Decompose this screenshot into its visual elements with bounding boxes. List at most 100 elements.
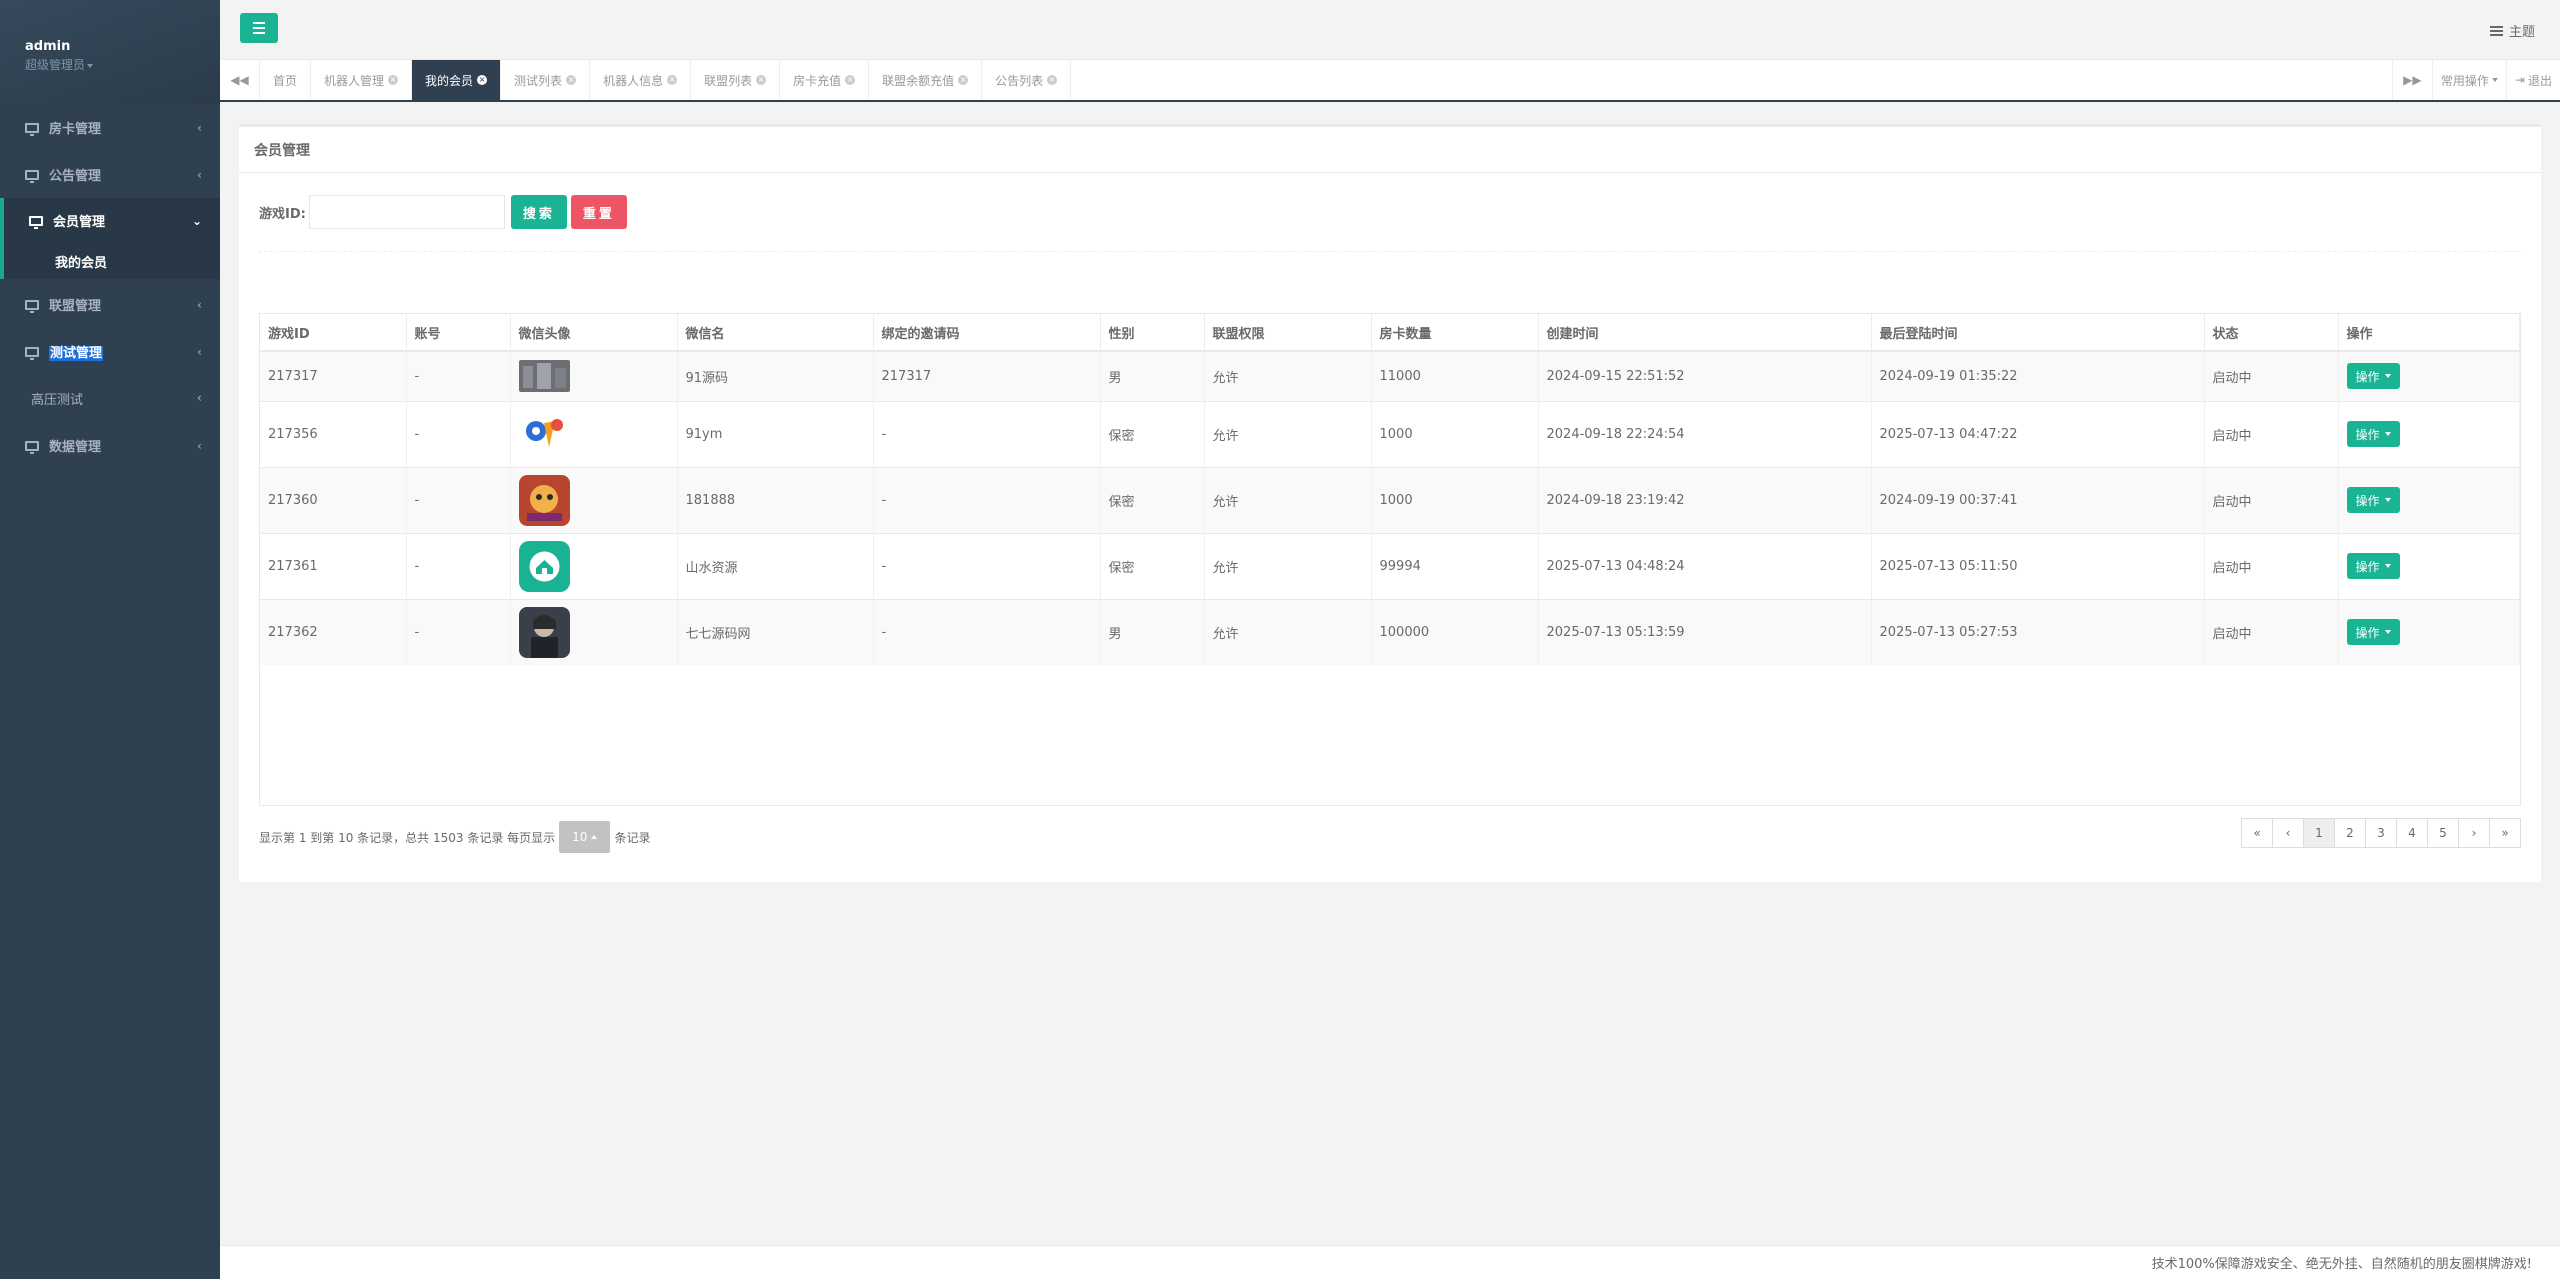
menu-toggle-button[interactable] — [240, 13, 278, 43]
actions-dropdown-button[interactable]: 操作 — [2346, 421, 2400, 447]
table-cell: 男 — [1100, 350, 1205, 401]
tab-announcement-list[interactable]: 公告列表 × — [982, 60, 1072, 100]
list-icon — [2489, 25, 2503, 36]
table-cell: 允许 — [1204, 350, 1372, 401]
table-cell: 91ym — [677, 400, 874, 467]
page-link[interactable]: › — [2458, 818, 2490, 848]
table-row: 217360-181888- 保密 允许 1000 2024-09-18 23:19:4… — [260, 466, 2520, 533]
close-icon[interactable]: × — [845, 75, 856, 85]
close-icon[interactable]: × — [958, 75, 969, 85]
close-icon[interactable]: × — [667, 75, 678, 85]
avatar-cell — [510, 598, 678, 665]
table-cell: 2024-09-19 01:35:22 — [1871, 350, 2205, 401]
caret-down-icon — [2384, 374, 2391, 379]
logout-icon: ⇥ — [2514, 73, 2525, 87]
actions-cell[interactable]: 操作 — [2338, 350, 2520, 401]
table-cell: 217360 — [260, 466, 407, 533]
hamburger-icon — [253, 22, 265, 24]
page-link[interactable]: 2 — [2334, 818, 2366, 848]
col-avatar[interactable]: 微信头像 — [510, 314, 678, 352]
page-link[interactable]: 1 — [2303, 818, 2335, 848]
close-icon[interactable]: × — [477, 75, 488, 85]
tab-room-card-recharge[interactable]: 房卡充值 × — [780, 60, 870, 100]
sidebar-item-data[interactable]: 数据管理 ‹ — [0, 422, 220, 469]
sidebar-subitem-my-members[interactable]: 我的会员 — [0, 243, 220, 279]
common-ops-dropdown[interactable]: 常用操作 — [2431, 60, 2506, 100]
reset-button[interactable]: 重置 — [570, 195, 627, 229]
page-link[interactable]: 3 — [2365, 818, 2397, 848]
col-gender[interactable]: 性别 — [1100, 314, 1205, 352]
logout-button[interactable]: ⇥ 退出 — [2505, 60, 2560, 100]
col-room-cards[interactable]: 房卡数量 — [1371, 314, 1539, 352]
col-wechat-name[interactable]: 微信名 — [677, 314, 874, 352]
col-created-at[interactable]: 创建时间 — [1538, 314, 1872, 352]
chevron-left-icon: ‹ — [197, 120, 202, 135]
top-navbar: 主题 — [220, 0, 2560, 60]
avatar-cell — [510, 350, 678, 401]
table-row: 217356-91ym - 保密 允许 1000 2024-09-18 22:24:54 2… — [260, 400, 2520, 467]
tab-robot-info[interactable]: 机器人信息 × — [590, 60, 692, 100]
table-cell: 2025-07-13 04:48:24 — [1538, 532, 1872, 599]
monitor-icon — [25, 346, 39, 360]
page-link[interactable]: « — [2241, 818, 2273, 848]
page-size-dropdown[interactable]: 10 — [559, 821, 611, 853]
close-icon[interactable]: × — [388, 75, 399, 85]
page-tabs: 首页 机器人管理 × 我的会员 × 测试列表 × 机器人信息 × 联盟列表 × 房卡充值 ×… — [260, 60, 1072, 100]
search-button[interactable]: 搜索 — [510, 195, 567, 229]
user-profile[interactable]: admin 超级管理员 — [0, 0, 220, 104]
col-account[interactable]: 账号 — [406, 314, 511, 352]
tab-alliance-balance-recharge[interactable]: 联盟余额充值 × — [869, 60, 983, 100]
table-cell: 2024-09-18 22:24:54 — [1538, 400, 1872, 467]
chevron-left-icon: ‹ — [197, 438, 202, 453]
chevron-left-icon: ‹ — [197, 167, 202, 182]
page-link[interactable]: » — [2489, 818, 2521, 848]
actions-cell[interactable]: 操作 — [2338, 400, 2520, 467]
user-role[interactable]: 超级管理员 — [25, 56, 220, 74]
table-cell: 1000 — [1371, 400, 1539, 467]
divider — [259, 251, 2521, 252]
tab-my-members[interactable]: 我的会员 × — [412, 60, 502, 100]
sidebar-item-member[interactable]: 会员管理 ⌄ — [0, 198, 220, 243]
tab-alliance-list[interactable]: 联盟列表 × — [691, 60, 781, 100]
col-status[interactable]: 状态 — [2204, 314, 2339, 352]
username: admin — [25, 39, 71, 54]
actions-dropdown-button[interactable]: 操作 — [2346, 487, 2400, 513]
tab-scroll-left-icon[interactable]: ◀◀ — [220, 60, 260, 100]
table-cell: 允许 — [1204, 400, 1372, 467]
sidebar-item-room-card[interactable]: 房卡管理 ‹ — [0, 104, 220, 151]
table-cell: - — [873, 400, 1101, 467]
actions-dropdown-button[interactable]: 操作 — [2346, 619, 2400, 646]
actions-dropdown-button[interactable]: 操作 — [2346, 553, 2400, 579]
col-invite-code[interactable]: 绑定的邀请码 — [873, 314, 1101, 352]
table-cell: 217356 — [260, 400, 407, 467]
close-icon[interactable]: × — [566, 75, 577, 85]
table-cell: 11000 — [1371, 350, 1539, 401]
tab-scroll-right-icon[interactable]: ▶▶ — [2391, 60, 2432, 100]
close-icon[interactable]: × — [1047, 75, 1058, 85]
table-cell: 允许 — [1204, 532, 1372, 599]
tab-home[interactable]: 首页 — [260, 60, 312, 100]
table-row: 217317-91源码 217317 男允许 11000 2024-09-15 22:5… — [260, 350, 2520, 401]
table-cell: 1000 — [1371, 466, 1539, 533]
sidebar-item-test[interactable]: 测试管理 ‹ — [0, 328, 220, 375]
theme-button[interactable]: 主题 — [2489, 21, 2535, 40]
actions-dropdown-button[interactable]: 操作 — [2346, 363, 2400, 390]
tab-test-list[interactable]: 测试列表 × — [501, 60, 591, 100]
col-alliance-permission[interactable]: 联盟权限 — [1204, 314, 1372, 352]
sidebar-item-alliance[interactable]: 联盟管理 ‹ — [0, 281, 220, 328]
close-icon[interactable]: × — [756, 75, 767, 85]
page-link[interactable]: ‹ — [2272, 818, 2304, 848]
actions-cell[interactable]: 操作 — [2338, 598, 2520, 665]
sidebar-item-stress-test[interactable]: 高压测试 ‹ — [0, 375, 220, 422]
table-cell: 保密 — [1100, 466, 1205, 533]
tab-robot-manage[interactable]: 机器人管理 × — [311, 60, 413, 100]
page-link[interactable]: 5 — [2427, 818, 2459, 848]
actions-cell[interactable]: 操作 — [2338, 466, 2520, 533]
table-cell: 217361 — [260, 532, 407, 599]
col-game-id[interactable]: 游戏ID — [260, 314, 407, 352]
game-id-input[interactable] — [308, 195, 505, 229]
col-last-login[interactable]: 最后登陆时间 — [1871, 314, 2205, 352]
actions-cell[interactable]: 操作 — [2338, 532, 2520, 599]
sidebar-item-announcement[interactable]: 公告管理 ‹ — [0, 151, 220, 198]
page-link[interactable]: 4 — [2396, 818, 2428, 848]
